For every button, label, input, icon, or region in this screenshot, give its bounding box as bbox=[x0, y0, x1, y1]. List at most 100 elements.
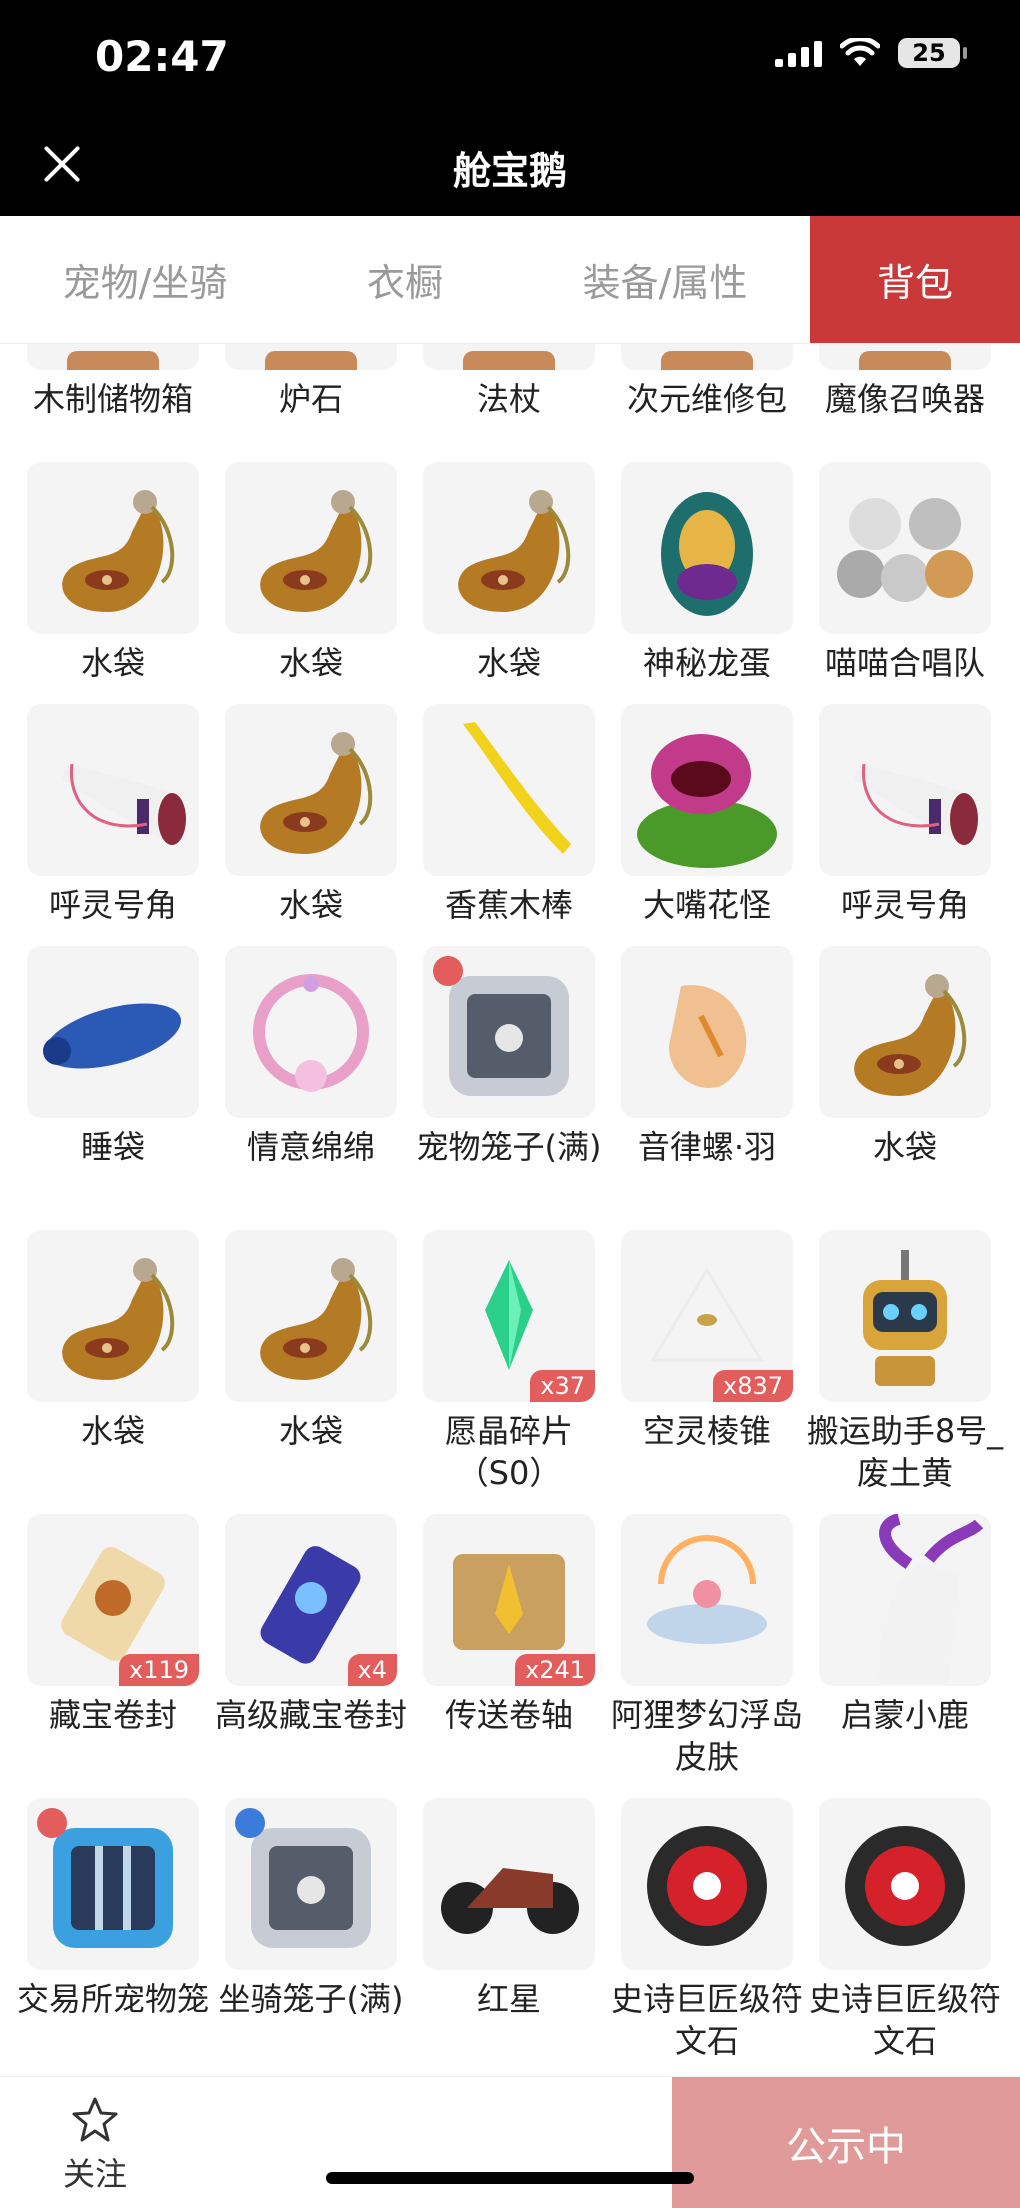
star-icon bbox=[72, 2097, 118, 2142]
quantity-badge: x241 bbox=[514, 1654, 595, 1686]
item-name: 呼灵号角 bbox=[840, 886, 969, 924]
item-card[interactable]: 喵喵合唱队 bbox=[806, 462, 1004, 684]
tab-1[interactable]: 衣橱 bbox=[290, 216, 520, 343]
item-card[interactable]: 史诗巨匠级符文石 bbox=[806, 1798, 1004, 2062]
item-card[interactable]: 神秘龙蛋 bbox=[608, 462, 806, 684]
item-card[interactable]: x241 传送卷轴 bbox=[410, 1514, 608, 1736]
tab-2[interactable]: 装备/属性 bbox=[520, 216, 810, 343]
item-card[interactable]: 次元维修包 bbox=[608, 344, 806, 420]
plant-monster-icon bbox=[621, 704, 793, 876]
item-name: 魔像召唤器 bbox=[824, 380, 985, 418]
item-name: 坐骑笼子(满) bbox=[218, 1980, 404, 2018]
item-card[interactable]: 音律螺·羽 bbox=[608, 946, 806, 1168]
pyramid-icon: x837 bbox=[621, 1230, 793, 1402]
item-card[interactable]: x837 空灵棱锥 bbox=[608, 1230, 806, 1452]
banana-club-icon bbox=[423, 704, 595, 876]
item-card[interactable]: 坐骑笼子(满) bbox=[212, 1798, 410, 2020]
item-card[interactable]: 魔像召唤器 bbox=[806, 344, 1004, 420]
item-card[interactable]: 水袋 bbox=[14, 462, 212, 684]
public-status-button[interactable]: 公示中 bbox=[672, 2077, 1020, 2208]
item-card[interactable]: 木制储物箱 bbox=[14, 344, 212, 420]
tab-0[interactable]: 宠物/坐骑 bbox=[0, 216, 290, 343]
item-grid: 木制储物箱 炉石 法杖 次元维修包 魔像召唤器 水袋 水袋 水袋 神秘龙蛋 喵喵合唱队 呼灵号角 水袋… bbox=[0, 344, 1020, 2076]
rune-stone-icon bbox=[621, 1798, 793, 1970]
item-name: 启蒙小鹿 bbox=[840, 1696, 969, 1734]
exchange-cage-icon bbox=[27, 1798, 199, 1970]
item-card[interactable]: 启蒙小鹿 bbox=[806, 1514, 1004, 1736]
treasure-scroll-icon: x119 bbox=[27, 1514, 199, 1686]
item-name: 水袋 bbox=[872, 1128, 937, 1166]
hearthstone-icon bbox=[225, 344, 397, 370]
item-name: 红星 bbox=[476, 1980, 541, 2018]
item-card[interactable]: 呼灵号角 bbox=[806, 704, 1004, 926]
item-card[interactable]: 水袋 bbox=[806, 946, 1004, 1168]
horn-icon bbox=[819, 704, 991, 876]
home-indicator bbox=[326, 2172, 694, 2184]
item-name: 高级藏宝卷封 bbox=[214, 1696, 407, 1734]
quantity-badge: x119 bbox=[118, 1654, 199, 1686]
water-bag-icon bbox=[225, 1230, 397, 1402]
item-card[interactable]: 水袋 bbox=[212, 1230, 410, 1452]
water-bag-icon bbox=[423, 462, 595, 634]
wreath-icon bbox=[225, 946, 397, 1118]
status-bar: 02:47 25 bbox=[0, 0, 1020, 120]
bottom-bar: 关注 公示中 bbox=[0, 2076, 1020, 2208]
deer-icon bbox=[819, 1514, 991, 1686]
item-card[interactable]: 炉石 bbox=[212, 344, 410, 420]
item-name: 法杖 bbox=[476, 380, 541, 418]
water-bag-icon bbox=[819, 946, 991, 1118]
item-card[interactable]: x4 高级藏宝卷封 bbox=[212, 1514, 410, 1736]
teleport-scroll-icon: x241 bbox=[423, 1514, 595, 1686]
tab-3[interactable]: 背包 bbox=[810, 216, 1020, 343]
item-name: 炉石 bbox=[278, 380, 343, 418]
item-name: 喵喵合唱队 bbox=[824, 644, 985, 682]
item-card[interactable]: 呼灵号角 bbox=[14, 704, 212, 926]
item-card[interactable]: 搬运助手8号_废土黄 bbox=[806, 1230, 1004, 1494]
wooden-box-icon bbox=[27, 344, 199, 370]
status-icons: 25 bbox=[775, 38, 967, 68]
sleeping-bag-icon bbox=[27, 946, 199, 1118]
cat-choir-icon bbox=[819, 462, 991, 634]
item-card[interactable]: 香蕉木棒 bbox=[410, 704, 608, 926]
water-bag-icon bbox=[225, 462, 397, 634]
item-card[interactable]: 宠物笼子(满) bbox=[410, 946, 608, 1168]
item-card[interactable]: 交易所宠物笼 bbox=[14, 1798, 212, 2020]
wifi-icon bbox=[840, 38, 880, 66]
item-name: 情意绵绵 bbox=[246, 1128, 375, 1166]
item-name: 宠物笼子(满) bbox=[416, 1128, 602, 1166]
item-card[interactable]: 大嘴花怪 bbox=[608, 704, 806, 926]
item-card[interactable]: 情意绵绵 bbox=[212, 946, 410, 1168]
item-card[interactable]: 阿狸梦幻浮岛皮肤 bbox=[608, 1514, 806, 1778]
item-name: 大嘴花怪 bbox=[642, 886, 771, 924]
pet-cage-icon bbox=[423, 946, 595, 1118]
item-card[interactable]: 法杖 bbox=[410, 344, 608, 420]
item-card[interactable]: 水袋 bbox=[14, 1230, 212, 1452]
item-name: 神秘龙蛋 bbox=[642, 644, 771, 682]
follow-button[interactable]: 关注 bbox=[50, 2095, 140, 2195]
item-name: 史诗巨匠级符文石 bbox=[808, 1980, 1001, 2060]
item-name: 香蕉木棒 bbox=[444, 886, 573, 924]
advanced-scroll-icon: x4 bbox=[225, 1514, 397, 1686]
item-card[interactable]: 水袋 bbox=[212, 704, 410, 926]
item-card[interactable]: x37 愿晶碎片（S0） bbox=[410, 1230, 608, 1494]
item-name: 水袋 bbox=[80, 644, 145, 682]
tab-bar: 宠物/坐骑 衣橱 装备/属性 背包 bbox=[0, 216, 1020, 344]
repair-kit-icon bbox=[621, 344, 793, 370]
nav-bar: 舱宝鹅 bbox=[0, 120, 1020, 216]
follow-label: 关注 bbox=[62, 2155, 127, 2193]
item-card[interactable]: 红星 bbox=[410, 1798, 608, 2020]
item-card[interactable]: 水袋 bbox=[212, 462, 410, 684]
item-card[interactable]: x119 藏宝卷封 bbox=[14, 1514, 212, 1736]
item-card[interactable]: 史诗巨匠级符文石 bbox=[608, 1798, 806, 2062]
item-name: 音律螺·羽 bbox=[637, 1128, 777, 1166]
item-name: 木制储物箱 bbox=[32, 380, 193, 418]
water-bag-icon bbox=[27, 1230, 199, 1402]
item-name: 水袋 bbox=[278, 886, 343, 924]
dragon-egg-icon bbox=[621, 462, 793, 634]
item-card[interactable]: 睡袋 bbox=[14, 946, 212, 1168]
item-card[interactable]: 水袋 bbox=[410, 462, 608, 684]
lock-badge-icon bbox=[433, 956, 463, 986]
item-name: 阿狸梦幻浮岛皮肤 bbox=[610, 1696, 803, 1776]
quantity-badge: x837 bbox=[712, 1370, 793, 1402]
quantity-badge: x37 bbox=[530, 1370, 595, 1402]
